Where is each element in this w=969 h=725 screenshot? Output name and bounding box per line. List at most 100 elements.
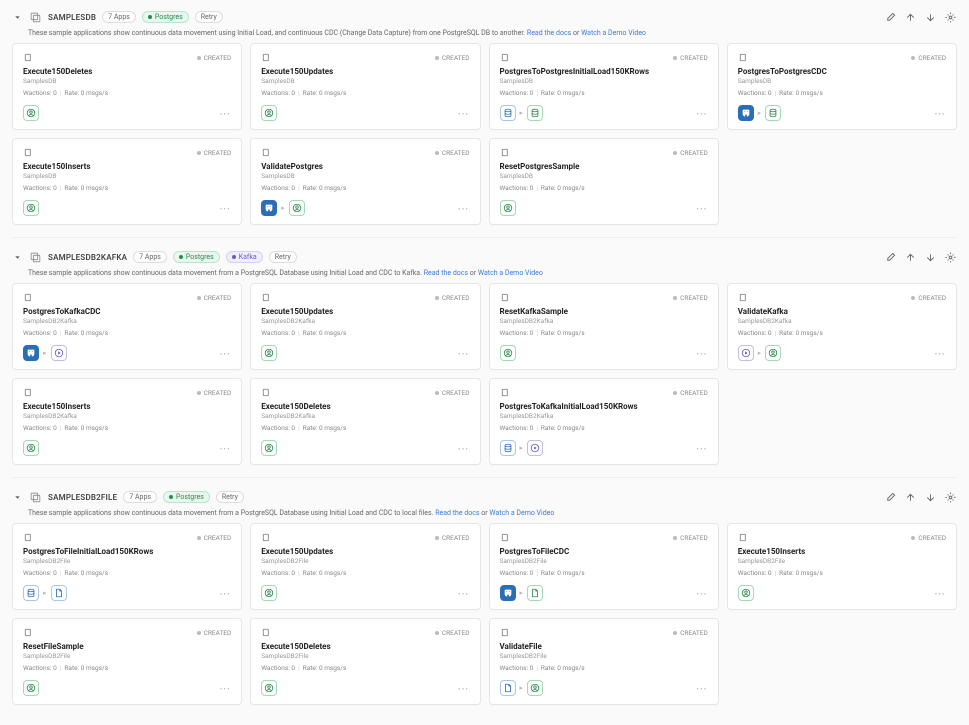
flow-icons: ▸ — [738, 345, 782, 361]
card-menu-icon[interactable]: ⋯ — [696, 587, 708, 600]
card-stats: Wactions: 0|Rate: 0 msgs/s — [261, 329, 469, 337]
app-card[interactable]: CREATED ValidatePostgres SamplesDB Wacti… — [250, 138, 480, 225]
gear-icon[interactable] — [943, 490, 957, 504]
docs-link[interactable]: Read the docs — [424, 269, 468, 277]
edit-icon[interactable] — [883, 490, 897, 504]
card-copy-icon[interactable] — [261, 627, 272, 638]
card-menu-icon[interactable]: ⋯ — [934, 347, 946, 360]
app-card[interactable]: CREATED Execute150Inserts SamplesDB Wact… — [12, 138, 242, 225]
app-card[interactable]: CREATED PostgresToKafkaInitialLoad150KRo… — [489, 378, 719, 465]
card-menu-icon[interactable]: ⋯ — [219, 347, 231, 360]
app-card[interactable]: CREATED Execute150Updates SamplesDB2Kafk… — [250, 283, 480, 370]
app-card[interactable]: CREATED ResetPostgresSample SamplesDB Wa… — [489, 138, 719, 225]
app-card[interactable]: CREATED Execute150Inserts SamplesDB2File… — [727, 523, 957, 610]
card-title: PostgresToFileInitialLoad150KRows — [23, 547, 231, 556]
app-count-badge: 7 Apps — [102, 11, 136, 23]
card-copy-icon[interactable] — [261, 387, 272, 398]
card-menu-icon[interactable]: ⋯ — [219, 107, 231, 120]
card-menu-icon[interactable]: ⋯ — [934, 107, 946, 120]
card-menu-icon[interactable]: ⋯ — [458, 107, 470, 120]
card-copy-icon[interactable] — [23, 147, 34, 158]
app-card[interactable]: CREATED PostgresToPostgresInitialLoad150… — [489, 43, 719, 130]
card-copy-icon[interactable] — [738, 292, 749, 303]
move-up-icon[interactable] — [903, 10, 917, 24]
card-copy-icon[interactable] — [23, 387, 34, 398]
group-name[interactable]: SAMPLESDB — [48, 13, 96, 22]
app-card[interactable]: CREATED PostgresToPostgresCDC SamplesDB … — [727, 43, 957, 130]
flow-icons — [261, 585, 277, 601]
card-menu-icon[interactable]: ⋯ — [696, 442, 708, 455]
card-menu-icon[interactable]: ⋯ — [696, 202, 708, 215]
card-copy-icon[interactable] — [261, 52, 272, 63]
app-card[interactable]: CREATED ValidateKafka SamplesDB2Kafka Wa… — [727, 283, 957, 370]
card-copy-icon[interactable] — [261, 292, 272, 303]
docs-link[interactable]: Read the docs — [527, 29, 571, 37]
card-menu-icon[interactable]: ⋯ — [696, 682, 708, 695]
namespace-icon — [28, 10, 42, 24]
card-menu-icon[interactable]: ⋯ — [934, 587, 946, 600]
app-card[interactable]: CREATED PostgresToKafkaCDC SamplesDB2Kaf… — [12, 283, 242, 370]
move-up-icon[interactable] — [903, 490, 917, 504]
chevron-down-icon[interactable] — [12, 252, 22, 262]
card-copy-icon[interactable] — [23, 292, 34, 303]
card-copy-icon[interactable] — [500, 52, 511, 63]
demo-link[interactable]: Watch a Demo Video — [489, 509, 554, 517]
card-menu-icon[interactable]: ⋯ — [696, 347, 708, 360]
card-menu-icon[interactable]: ⋯ — [458, 682, 470, 695]
app-card[interactable]: CREATED PostgresToFileInitialLoad150KRow… — [12, 523, 242, 610]
gear-icon[interactable] — [943, 250, 957, 264]
card-menu-icon[interactable]: ⋯ — [458, 587, 470, 600]
app-card[interactable]: CREATED Execute150Inserts SamplesDB2Kafk… — [12, 378, 242, 465]
card-copy-icon[interactable] — [23, 532, 34, 543]
card-copy-icon[interactable] — [500, 387, 511, 398]
move-up-icon[interactable] — [903, 250, 917, 264]
move-down-icon[interactable] — [923, 250, 937, 264]
group-name[interactable]: SAMPLESDB2KAFKA — [48, 253, 127, 262]
app-card[interactable]: CREATED Execute150Deletes SamplesDB2Kafk… — [250, 378, 480, 465]
card-copy-icon[interactable] — [500, 292, 511, 303]
flow-icons: ▸ — [23, 345, 67, 361]
card-copy-icon[interactable] — [261, 147, 272, 158]
demo-link[interactable]: Watch a Demo Video — [581, 29, 646, 37]
gear-icon[interactable] — [943, 10, 957, 24]
group-name[interactable]: SAMPLESDB2FILE — [48, 493, 117, 502]
card-copy-icon[interactable] — [738, 532, 749, 543]
app-card[interactable]: CREATED ResetFileSample SamplesDB2File W… — [12, 618, 242, 705]
card-menu-icon[interactable]: ⋯ — [458, 442, 470, 455]
edit-icon[interactable] — [883, 10, 897, 24]
card-menu-icon[interactable]: ⋯ — [696, 107, 708, 120]
status-badge: CREATED — [435, 629, 470, 637]
card-copy-icon[interactable] — [738, 52, 749, 63]
card-menu-icon[interactable]: ⋯ — [219, 202, 231, 215]
docs-link[interactable]: Read the docs — [435, 509, 479, 517]
card-copy-icon[interactable] — [23, 627, 34, 638]
app-card[interactable]: CREATED ValidateFile SamplesDB2File Wact… — [489, 618, 719, 705]
card-menu-icon[interactable]: ⋯ — [219, 587, 231, 600]
card-copy-icon[interactable] — [500, 147, 511, 158]
flow-node-circuser-icon — [765, 345, 781, 361]
app-card[interactable]: CREATED Execute150Updates SamplesDB2File… — [250, 523, 480, 610]
edit-icon[interactable] — [883, 250, 897, 264]
card-menu-icon[interactable]: ⋯ — [219, 682, 231, 695]
card-copy-icon[interactable] — [500, 627, 511, 638]
chevron-down-icon[interactable] — [12, 492, 22, 502]
status-badge: CREATED — [197, 54, 232, 62]
app-card[interactable]: CREATED Execute150Deletes SamplesDB Wact… — [12, 43, 242, 130]
card-copy-icon[interactable] — [261, 532, 272, 543]
move-down-icon[interactable] — [923, 10, 937, 24]
card-menu-icon[interactable]: ⋯ — [458, 202, 470, 215]
flow-node-circuser-icon — [261, 680, 277, 696]
app-card[interactable]: CREATED Execute150Deletes SamplesDB2File… — [250, 618, 480, 705]
flow-arrow-icon: ▸ — [758, 349, 762, 357]
chevron-down-icon[interactable] — [12, 12, 22, 22]
demo-link[interactable]: Watch a Demo Video — [478, 269, 543, 277]
card-menu-icon[interactable]: ⋯ — [458, 347, 470, 360]
flow-node-db-icon — [500, 105, 516, 121]
card-copy-icon[interactable] — [23, 52, 34, 63]
app-card[interactable]: CREATED ResetKafkaSample SamplesDB2Kafka… — [489, 283, 719, 370]
app-card[interactable]: CREATED Execute150Updates SamplesDB Wact… — [250, 43, 480, 130]
move-down-icon[interactable] — [923, 490, 937, 504]
app-card[interactable]: CREATED PostgresToFileCDC SamplesDB2File… — [489, 523, 719, 610]
card-copy-icon[interactable] — [500, 532, 511, 543]
card-menu-icon[interactable]: ⋯ — [219, 442, 231, 455]
